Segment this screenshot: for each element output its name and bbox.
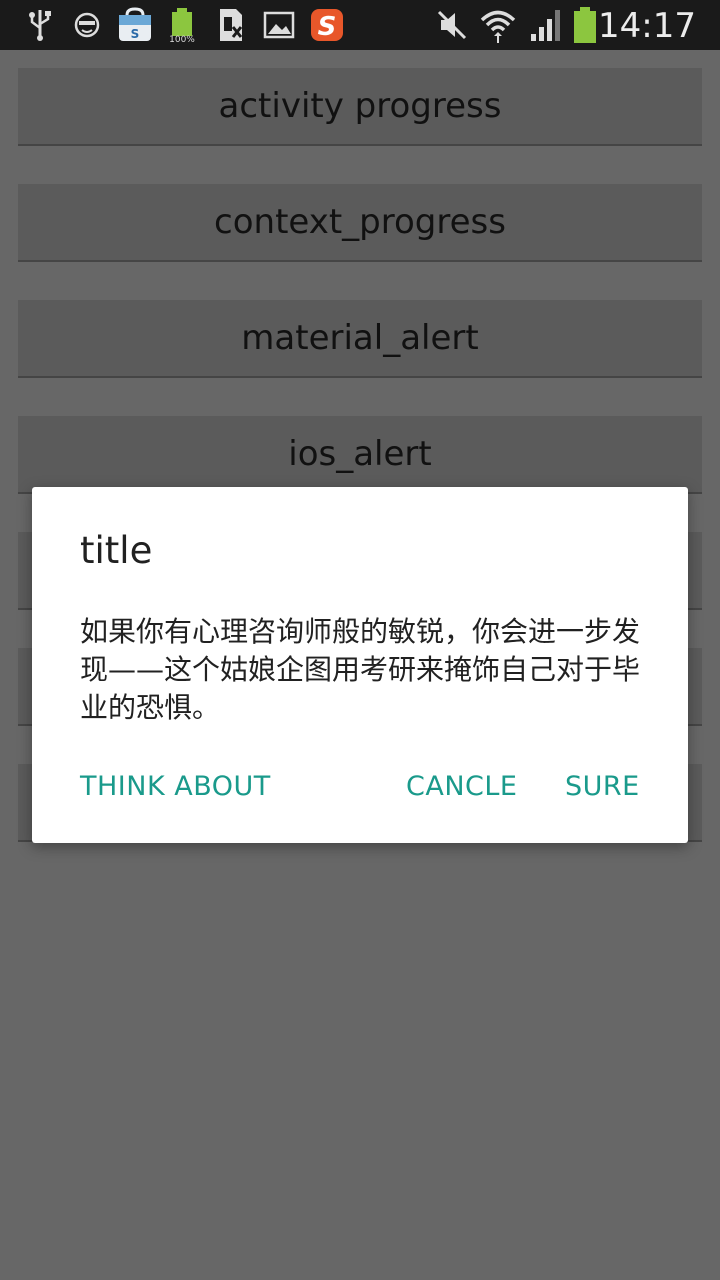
dialog-message: 如果你有心理咨询师般的敏锐，你会进一步发现——这个姑娘企图用考研来掩饰自己对于毕… — [80, 615, 641, 724]
activity-progress-button[interactable]: activity progress — [18, 68, 702, 146]
face-icon — [72, 0, 102, 50]
image-icon — [262, 0, 296, 50]
svg-text:S: S — [318, 12, 337, 42]
sim-icon — [214, 0, 248, 50]
status-bar: S 100% S 14:17 — [0, 0, 720, 50]
sogou-icon: S — [308, 0, 346, 50]
ios-alert-button[interactable]: ios_alert — [18, 416, 702, 494]
svg-text:100%: 100% — [169, 35, 195, 43]
signal-icon — [528, 0, 566, 50]
battery-small-icon: 100% — [166, 0, 198, 50]
dialog-title: title — [80, 529, 153, 572]
battery-icon — [570, 0, 600, 50]
sure-button[interactable]: SURE — [565, 771, 640, 802]
context-progress-button[interactable]: context_progress — [18, 184, 702, 262]
alert-dialog: title 如果你有心理咨询师般的敏锐，你会进一步发现——这个姑娘企图用考研来掩… — [32, 487, 688, 843]
think-about-button[interactable]: THINK ABOUT — [80, 771, 271, 802]
svg-text:S: S — [131, 27, 140, 41]
cancel-button[interactable]: CANCLE — [406, 771, 517, 802]
wifi-icon — [478, 0, 518, 50]
usb-icon — [26, 0, 54, 50]
mute-icon — [434, 0, 470, 50]
store-icon: S — [116, 0, 154, 50]
status-time: 14:17 — [598, 6, 696, 46]
material-alert-button[interactable]: material_alert — [18, 300, 702, 378]
